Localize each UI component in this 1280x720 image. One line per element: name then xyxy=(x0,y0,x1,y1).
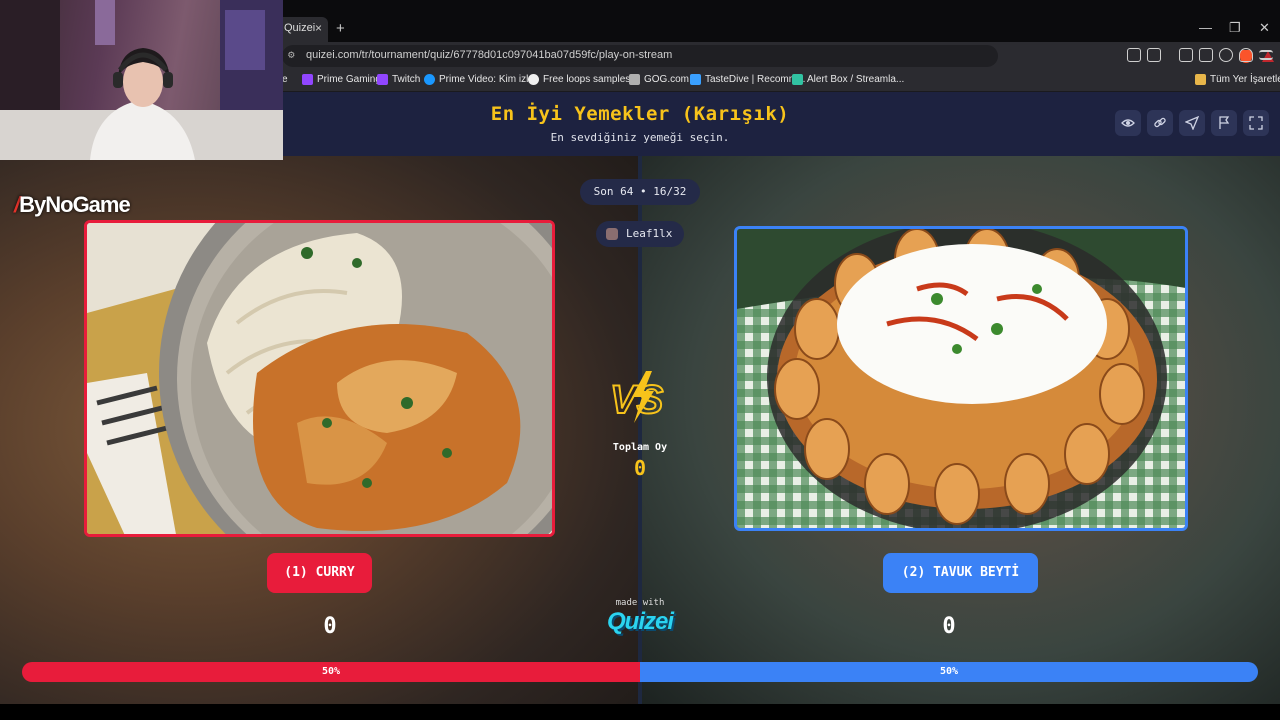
tastedive-icon xyxy=(690,74,701,85)
bynogame-logo: /ByNoGame xyxy=(14,192,131,217)
tab-close-icon[interactable]: × xyxy=(315,21,322,35)
tab-title: Quizei xyxy=(284,22,316,34)
option-2-button[interactable]: (2) TAVUK BEYTİ xyxy=(883,553,1038,593)
fullscreen-icon xyxy=(1249,116,1263,130)
bookmark-item[interactable]: GOG.com xyxy=(629,74,689,85)
bookmark-item[interactable]: Free loops samples... xyxy=(528,74,639,85)
option-1-votes: 0 xyxy=(323,614,337,639)
site-info-icon[interactable]: ⚙ xyxy=(288,48,295,61)
prime-video-icon xyxy=(424,74,435,85)
url-text: quizei.com/tr/tournament/quiz/67778d01c0… xyxy=(306,49,673,61)
share-button[interactable] xyxy=(1179,110,1205,136)
prime-gaming-icon xyxy=(302,74,313,85)
streamer-badge: Leaf1lx xyxy=(596,221,684,247)
browser-tab[interactable]: Quizei × xyxy=(276,17,328,42)
webcam-image xyxy=(0,0,283,160)
beyti-image xyxy=(737,229,1185,528)
address-bar[interactable]: ⚙ quizei.com/tr/tournament/quiz/67778d01… xyxy=(282,45,1274,67)
bookmark-item[interactable]: Twitch xyxy=(377,74,420,85)
all-bookmarks[interactable]: Tüm Yer İşaretleri xyxy=(1195,74,1280,85)
new-tab-button[interactable]: + xyxy=(336,20,345,37)
close-window-button[interactable]: ✕ xyxy=(1259,20,1270,36)
vpn-icon[interactable] xyxy=(1239,48,1253,62)
wallet-icon[interactable] xyxy=(1199,48,1213,62)
vs-icon: VS xyxy=(609,371,665,423)
bookmark-item[interactable]: Prime Video: Kim izl... xyxy=(424,74,537,85)
round-badge: Son 64 • 16/32 xyxy=(580,179,700,205)
option-1-percent-bar: 50% xyxy=(22,662,640,682)
sidebar-icon[interactable] xyxy=(1179,48,1193,62)
avatar xyxy=(606,228,618,240)
option-2-percent-bar: 50% xyxy=(640,662,1258,682)
bottom-strip xyxy=(0,704,1280,720)
bookmark-item[interactable]: Prime Gaming xyxy=(302,74,381,85)
link-button[interactable] xyxy=(1147,110,1173,136)
option-2-votes: 0 xyxy=(942,614,956,639)
made-with-label: made with xyxy=(615,598,665,608)
bookmark-item[interactable]: Alert Box / Streamla... xyxy=(792,74,904,85)
gog-icon xyxy=(629,74,640,85)
menu-icon[interactable] xyxy=(1259,50,1273,60)
extensions-icon[interactable] xyxy=(1127,48,1141,62)
streamlabs-icon xyxy=(792,74,803,85)
loops-icon xyxy=(528,74,539,85)
quiz-page: En İyi Yemekler (Karışık) En sevdiğiniz … xyxy=(0,92,1280,704)
fullscreen-button[interactable] xyxy=(1243,110,1269,136)
link-icon xyxy=(1154,117,1166,128)
send-icon xyxy=(1185,116,1199,130)
reader-mode-icon[interactable] xyxy=(1147,48,1161,62)
quizei-logo: Quizei xyxy=(606,608,674,635)
webcam-overlay xyxy=(0,0,283,160)
folder-icon xyxy=(1195,74,1206,85)
option-2-image[interactable] xyxy=(734,226,1188,531)
eye-button[interactable] xyxy=(1115,110,1141,136)
option-1-image[interactable] xyxy=(84,220,555,537)
option-1-button[interactable]: (1) CURRY xyxy=(267,553,372,593)
curry-image xyxy=(87,223,552,534)
bookmark-item[interactable]: TasteDive | Recomm... xyxy=(690,74,805,85)
flag-icon xyxy=(1219,116,1230,129)
total-votes-value: 0 xyxy=(633,456,647,480)
streamer-name: Leaf1lx xyxy=(626,227,673,240)
minimize-button[interactable]: — xyxy=(1199,20,1212,35)
twitch-icon xyxy=(377,74,388,85)
total-votes-label: Toplam Oy xyxy=(612,442,668,453)
maximize-button[interactable]: ❐ xyxy=(1229,20,1241,36)
leo-ai-icon[interactable] xyxy=(1219,48,1233,62)
report-button[interactable] xyxy=(1211,110,1237,136)
eye-icon xyxy=(1121,119,1135,127)
